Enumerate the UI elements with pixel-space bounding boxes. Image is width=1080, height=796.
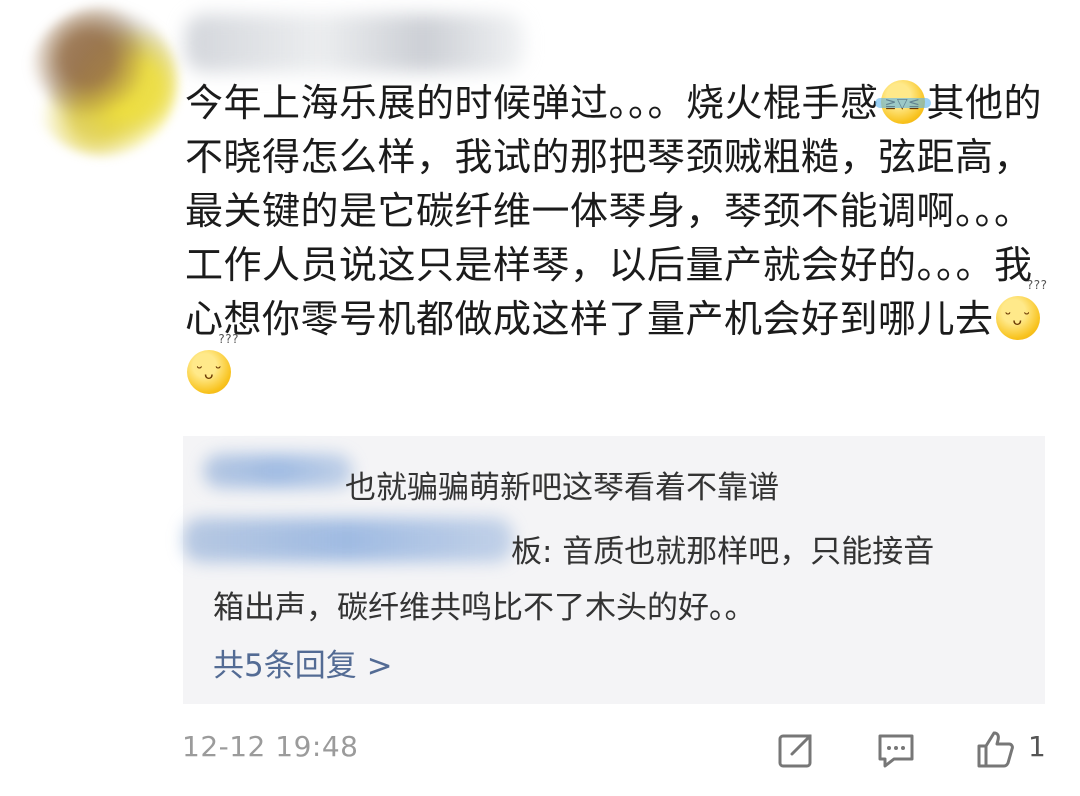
view-more-replies-link[interactable]: 共5条回复 >	[213, 640, 393, 685]
reply-username-blurred[interactable]	[183, 518, 513, 562]
like-count: 1	[1028, 730, 1046, 763]
reply-text: 箱出声，碳纤维共鸣比不了木头的好。。	[213, 590, 756, 626]
comment-timestamp: 12-12 19:48	[182, 730, 359, 763]
dizzy-emoji-icon	[995, 278, 1048, 342]
username-blurred[interactable]	[185, 14, 525, 72]
comment-text: 今年上海乐展的时候弹过。。。烧火棍手感其他的不晓得怎么样，我试的那把琴颈贼粗糙，…	[185, 76, 1055, 400]
thumbs-up-icon[interactable]	[974, 728, 1016, 770]
reply-username-blurred[interactable]	[203, 454, 353, 488]
reply-text: 板: 音质也就那样吧，只能接音	[511, 534, 935, 570]
laughing-crying-emoji-icon	[874, 80, 931, 126]
share-icon[interactable]	[776, 730, 816, 770]
comment-text-part-1: 今年上海乐展的时候弹过。。。烧火棍手感	[185, 81, 879, 125]
reply-text: 也就骗骗萌新吧这琴看着不靠谱	[345, 470, 779, 506]
avatar[interactable]	[28, 6, 178, 156]
reply-preview-box[interactable]: 也就骗骗萌新吧这琴看着不靠谱 板: 音质也就那样吧，只能接音 箱出声，碳纤维共鸣…	[183, 436, 1045, 704]
comment-icon[interactable]	[876, 732, 916, 770]
dizzy-emoji-icon	[187, 332, 239, 396]
